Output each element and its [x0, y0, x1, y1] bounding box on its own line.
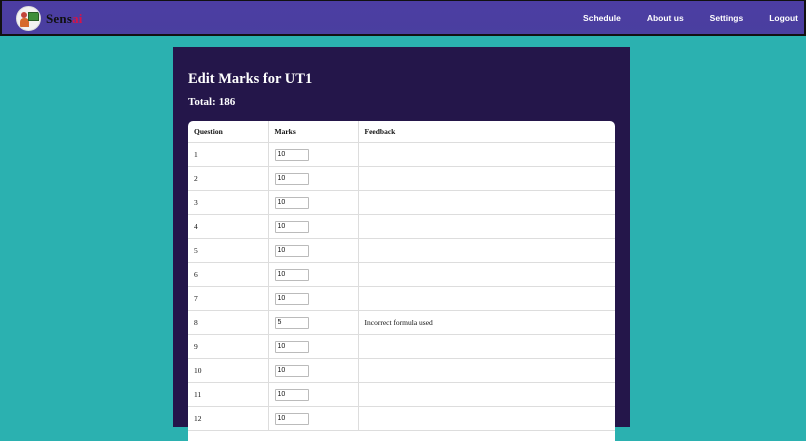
- table-row: 8 Incorrect formula used: [188, 310, 615, 335]
- marks-cell: [268, 238, 359, 263]
- question-number: 8: [188, 310, 269, 335]
- table-row: 7: [188, 286, 615, 311]
- question-number: 5: [188, 238, 269, 263]
- question-number: 12: [188, 406, 269, 431]
- nav-about-link[interactable]: About us: [647, 13, 684, 23]
- marks-cell: [268, 262, 359, 287]
- table-row: 9: [188, 334, 615, 359]
- header-question: Question: [188, 121, 269, 143]
- marks-input[interactable]: [274, 172, 309, 185]
- marks-input[interactable]: [274, 292, 309, 305]
- feedback-cell[interactable]: [358, 382, 615, 407]
- nav-settings-link[interactable]: Settings: [710, 13, 744, 23]
- question-number: 11: [188, 382, 269, 407]
- marks-cell: [268, 382, 359, 407]
- feedback-cell[interactable]: [358, 406, 615, 431]
- feedback-cell[interactable]: [358, 334, 615, 359]
- question-number: 1: [188, 142, 269, 167]
- question-number: 2: [188, 166, 269, 191]
- marks-table-container[interactable]: Question Marks Feedback 12345678Incorrec…: [188, 121, 615, 441]
- question-number: 10: [188, 358, 269, 383]
- table-row: 6: [188, 262, 615, 287]
- total-marks: Total: 186: [188, 96, 235, 108]
- marks-input[interactable]: [274, 196, 309, 209]
- table-row: 11: [188, 382, 615, 407]
- feedback-cell[interactable]: [358, 286, 615, 311]
- teacher-logo-icon: [16, 6, 41, 31]
- marks-input[interactable]: [274, 220, 309, 233]
- table-row: 10: [188, 358, 615, 383]
- header-feedback: Feedback: [358, 121, 615, 143]
- marks-cell: [268, 166, 359, 191]
- marks-cell: [268, 286, 359, 311]
- question-number: 7: [188, 286, 269, 311]
- table-row: 3: [188, 190, 615, 215]
- question-number: 4: [188, 214, 269, 239]
- marks-cell: [268, 406, 359, 431]
- brand-name: Sensai: [46, 10, 83, 26]
- feedback-cell[interactable]: Incorrect formula used: [358, 310, 615, 335]
- table-row: 5: [188, 238, 615, 263]
- marks-input[interactable]: [274, 148, 309, 161]
- feedback-cell[interactable]: [358, 238, 615, 263]
- marks-input[interactable]: [274, 316, 309, 329]
- feedback-cell[interactable]: [358, 190, 615, 215]
- table-header-row: Question Marks Feedback: [188, 121, 615, 143]
- marks-cell: [268, 358, 359, 383]
- question-number: 6: [188, 262, 269, 287]
- page-title: Edit Marks for UT1: [188, 71, 313, 87]
- nav-schedule-link[interactable]: Schedule: [583, 13, 621, 23]
- nav-logout-link[interactable]: Logout: [769, 13, 798, 23]
- marks-cell: [268, 142, 359, 167]
- feedback-cell[interactable]: [358, 262, 615, 287]
- marks-input[interactable]: [274, 268, 309, 281]
- marks-cell: [268, 214, 359, 239]
- nav-links: Schedule About us Settings Logout: [557, 1, 798, 35]
- marks-input[interactable]: [274, 388, 309, 401]
- header-marks: Marks: [268, 121, 359, 143]
- feedback-cell[interactable]: [358, 358, 615, 383]
- marks-table: Question Marks Feedback 12345678Incorrec…: [188, 121, 615, 431]
- table-row: 12: [188, 406, 615, 431]
- marks-input[interactable]: [274, 244, 309, 257]
- marks-cell: [268, 190, 359, 215]
- total-label: Total:: [188, 96, 216, 108]
- total-value: 186: [218, 96, 236, 108]
- table-row: 4: [188, 214, 615, 239]
- question-number: 3: [188, 190, 269, 215]
- marks-cell: [268, 310, 359, 335]
- question-number: 9: [188, 334, 269, 359]
- marks-input[interactable]: [274, 412, 309, 425]
- edit-marks-card: Edit Marks for UT1 Total: 186 Question Ma…: [173, 47, 630, 441]
- table-row: 2: [188, 166, 615, 191]
- marks-cell: [268, 334, 359, 359]
- feedback-cell[interactable]: [358, 214, 615, 239]
- marks-input[interactable]: [274, 340, 309, 353]
- feedback-cell[interactable]: [358, 166, 615, 191]
- marks-input[interactable]: [274, 364, 309, 377]
- feedback-cell[interactable]: [358, 142, 615, 167]
- brand-logo[interactable]: Sensai: [16, 6, 83, 31]
- table-row: 1: [188, 142, 615, 167]
- top-navbar: Sensai Schedule About us Settings Logout: [0, 0, 806, 36]
